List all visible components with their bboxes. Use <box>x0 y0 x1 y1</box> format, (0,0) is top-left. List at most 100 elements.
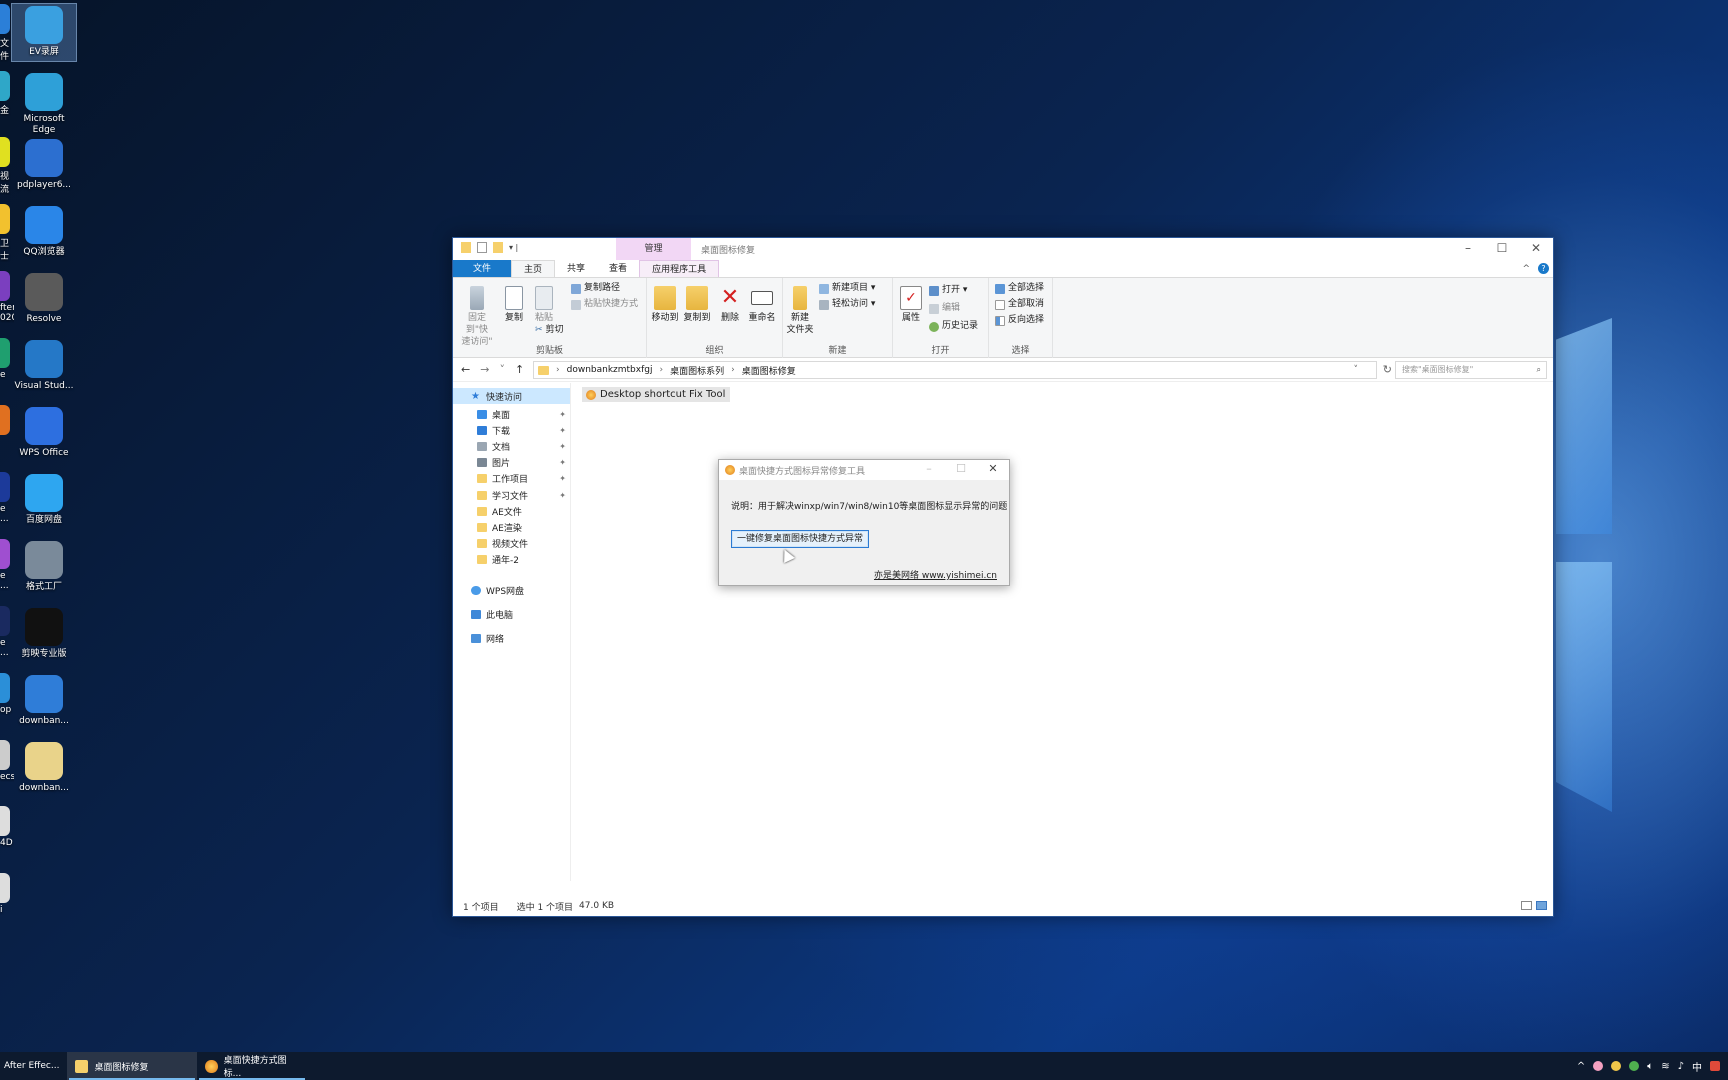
sidebar-item[interactable]: 桌面 ✦ <box>453 406 570 422</box>
breadcrumb-separator-icon[interactable]: › <box>556 365 560 375</box>
tray-app-icon[interactable] <box>1611 1061 1622 1071</box>
customize-chevron-icon[interactable]: ▾ | <box>509 243 518 252</box>
cut-button[interactable]: ✂ 剪切 <box>535 324 564 337</box>
fix-shortcuts-button[interactable]: 一键修复桌面图标快捷方式异常 <box>731 530 869 548</box>
new-folder-icon[interactable] <box>493 242 503 253</box>
breadcrumb-item[interactable]: downbankzmtbxfgj <box>567 365 653 375</box>
list-item[interactable]: Desktop shortcut Fix Tool <box>582 387 731 402</box>
file-list[interactable]: Desktop shortcut Fix Tool <box>572 383 1553 881</box>
help-icon[interactable]: ? <box>1538 263 1549 274</box>
tab-view[interactable]: 查看 <box>597 260 639 277</box>
paste-shortcut-button[interactable]: 粘贴快捷方式 <box>571 298 638 311</box>
sidebar-item[interactable]: 视频文件 <box>453 536 570 552</box>
desktop-icon[interactable]: Microsoft Edge <box>12 71 76 139</box>
taskbar-item-after-effects[interactable]: After Effec... <box>0 1052 67 1080</box>
pin-icon[interactable]: ✦ <box>559 410 566 419</box>
pin-icon[interactable]: ✦ <box>559 426 566 435</box>
show-hidden-icons-icon[interactable]: ^ <box>1577 1061 1585 1072</box>
pin-icon[interactable]: ✦ <box>559 491 566 500</box>
speaker-icon[interactable]: ♪ <box>1678 1061 1684 1072</box>
desktop-icon[interactable]: downban... <box>12 673 76 730</box>
sidebar-item[interactable]: 下载 ✦ <box>453 422 570 438</box>
sidebar-item[interactable]: 学习文件 ✦ <box>453 487 570 503</box>
invert-selection-button[interactable]: 反向选择 <box>995 314 1044 327</box>
nav-quick-access[interactable]: ★ 快速访问 <box>453 388 570 404</box>
tab-app-tools[interactable]: 应用程序工具 <box>639 260 720 277</box>
address-input[interactable]: › downbankzmtbxfgj › 桌面图标系列 › 桌面图标修复 ˅ ↻ <box>533 361 1392 379</box>
close-icon[interactable]: ✕ <box>977 460 1009 480</box>
wifi-icon[interactable]: ≋ <box>1661 1061 1669 1072</box>
desktop-icon[interactable]: i <box>0 873 14 915</box>
ime-indicator[interactable]: 中 <box>1692 1059 1702 1074</box>
properties-icon[interactable] <box>477 242 487 253</box>
properties-button[interactable]: ✓ 属性 <box>899 282 923 324</box>
new-item-button[interactable]: 新建项目 ▾ <box>819 282 875 295</box>
search-input[interactable]: 搜索"桌面图标修复" ⌕ <box>1395 361 1547 379</box>
nav-this-pc[interactable]: 此电脑 <box>453 606 570 622</box>
select-none-button[interactable]: 全部取消 <box>995 298 1044 311</box>
manage-context-tab[interactable]: 管理 <box>616 238 691 260</box>
desktop-icon[interactable]: Visual Stud... <box>12 338 76 395</box>
desktop-icon[interactable]: 4D <box>0 806 14 848</box>
tray-app-icon[interactable] <box>1629 1061 1640 1071</box>
pin-icon[interactable]: ✦ <box>559 474 566 483</box>
maximize-icon[interactable]: ☐ <box>1485 238 1519 260</box>
copy-to-button[interactable]: 复制到 <box>683 282 711 324</box>
sidebar-item[interactable]: 工作项目 ✦ <box>453 471 570 487</box>
copy-button[interactable]: 复制 <box>501 282 527 324</box>
tray-app-icon[interactable] <box>1710 1061 1720 1071</box>
back-arrow-icon[interactable]: ← <box>461 363 470 376</box>
volume-icon[interactable]: 🔈︎ <box>1647 1061 1653 1072</box>
tab-file[interactable]: 文件 <box>453 260 512 277</box>
website-link[interactable]: 亦是美网络 www.yishimei.cn <box>874 568 997 581</box>
up-arrow-icon[interactable]: ↑ <box>515 363 524 376</box>
tab-share[interactable]: 共享 <box>555 260 597 277</box>
desktop-icon[interactable]: 格式工厂 <box>12 539 76 596</box>
select-all-button[interactable]: 全部选择 <box>995 282 1044 295</box>
pin-quick-access-button[interactable]: 固定到"快 速访问" <box>457 282 497 348</box>
nav-network[interactable]: 网络 <box>453 630 570 646</box>
refresh-icon[interactable]: ↻ <box>1383 363 1392 376</box>
minimize-icon[interactable]: – <box>1451 238 1485 260</box>
new-folder-button[interactable]: 新建 文件夹 <box>785 282 815 336</box>
breadcrumb-separator-icon[interactable]: › <box>659 365 663 375</box>
dialog-title-bar[interactable]: 桌面快捷方式图标异常修复工具 – ☐ ✕ <box>719 460 1009 480</box>
edit-button[interactable]: 编辑 <box>929 302 960 315</box>
breadcrumb-item[interactable]: 桌面图标系列 <box>670 364 724 377</box>
forward-arrow-icon[interactable]: → <box>480 363 489 376</box>
desktop-icon[interactable]: WPS Office <box>12 405 76 462</box>
sidebar-item[interactable]: 通年-2 <box>453 552 570 568</box>
desktop-icon[interactable]: EV录屏 <box>11 3 77 62</box>
recent-chevron-icon[interactable]: ˅ <box>499 363 505 376</box>
pin-icon[interactable]: ✦ <box>559 458 566 467</box>
pin-icon[interactable]: ✦ <box>559 442 566 451</box>
fix-tool-dialog[interactable]: 桌面快捷方式图标异常修复工具 – ☐ ✕ 说明：用于解决winxp/win7/w… <box>718 459 1010 586</box>
copy-path-button[interactable]: 复制路径 <box>571 282 620 295</box>
rename-button[interactable]: 重命名 <box>747 282 777 324</box>
sidebar-item[interactable]: 图片 ✦ <box>453 455 570 471</box>
breadcrumb-item[interactable]: 桌面图标修复 <box>742 364 796 377</box>
sidebar-item[interactable]: 文档 ✦ <box>453 438 570 454</box>
paste-button[interactable]: 粘贴 <box>531 282 557 324</box>
address-dropdown-icon[interactable]: ˅ <box>1354 365 1359 375</box>
sidebar-item[interactable]: AE渲染 <box>453 519 570 535</box>
title-bar[interactable]: ▾ | 管理 桌面图标修复 – ☐ ✕ <box>453 238 1553 260</box>
collapse-ribbon-icon[interactable]: ^ <box>1522 264 1530 274</box>
desktop-icon[interactable]: QQ浏览器 <box>12 204 76 261</box>
taskbar-item-fix-tool[interactable]: 桌面快捷方式图标... <box>197 1052 307 1080</box>
breadcrumb-separator-icon[interactable]: › <box>731 365 735 375</box>
close-icon[interactable]: ✕ <box>1519 238 1553 260</box>
large-icons-view-icon[interactable] <box>1536 901 1547 910</box>
minimize-icon[interactable]: – <box>913 460 945 480</box>
open-button[interactable]: 打开 ▾ <box>929 284 967 297</box>
maximize-icon[interactable]: ☐ <box>945 460 977 480</box>
move-to-button[interactable]: 移动到 <box>651 282 679 324</box>
taskbar-item-explorer[interactable]: 桌面图标修复 <box>67 1052 198 1080</box>
desktop-icon[interactable]: pdplayer6... <box>12 137 76 194</box>
easy-access-button[interactable]: 轻松访问 ▾ <box>819 298 875 311</box>
tray-app-icon[interactable] <box>1593 1061 1604 1071</box>
history-button[interactable]: 历史记录 <box>929 320 978 333</box>
desktop-icon[interactable]: downban... <box>12 740 76 797</box>
desktop-icon[interactable]: 剪映专业版 <box>12 606 76 663</box>
tab-home[interactable]: 主页 <box>511 260 556 277</box>
